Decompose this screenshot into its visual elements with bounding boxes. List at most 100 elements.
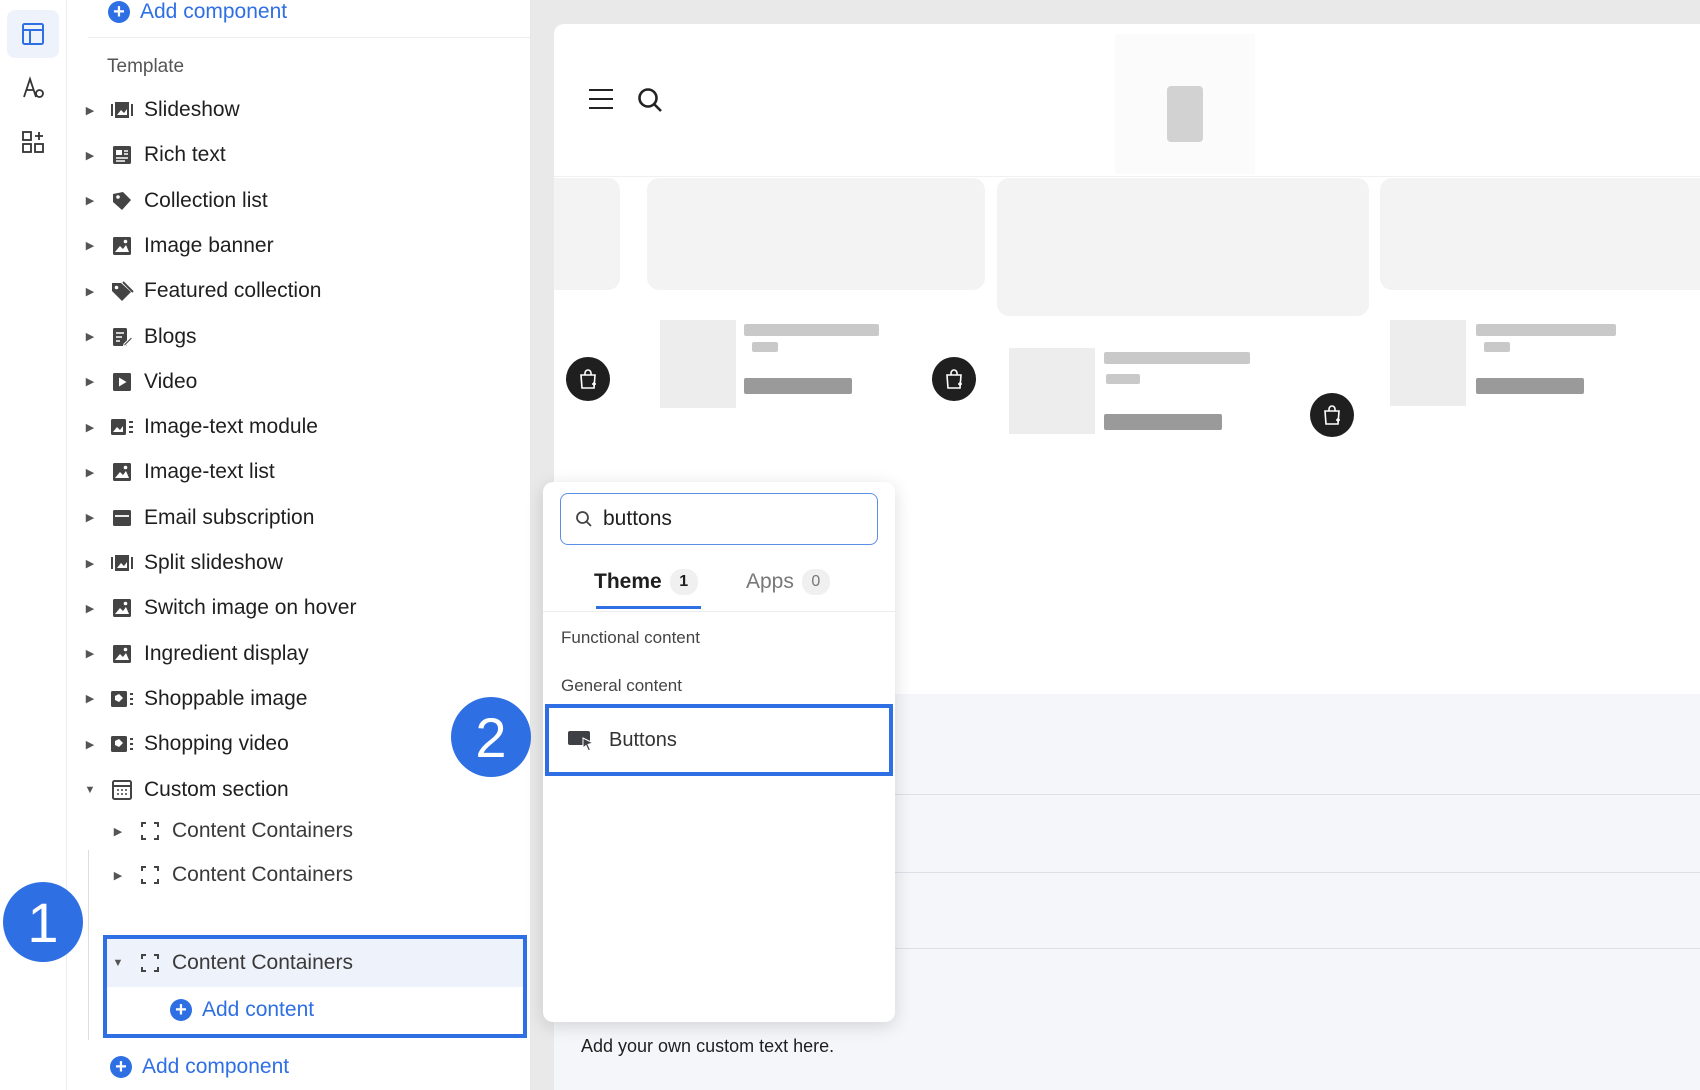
section-item[interactable]: ▶ Image-text module	[84, 407, 524, 447]
caret-right-icon[interactable]: ▶	[84, 330, 96, 343]
step-badge-2: 2	[451, 697, 531, 777]
caret-right-icon[interactable]: ▶	[84, 285, 96, 298]
search-icon[interactable]	[636, 86, 664, 119]
caret-right-icon[interactable]: ▶	[84, 602, 96, 615]
section-item[interactable]: ▶ Ingredient display	[84, 634, 524, 674]
buttons-result-item[interactable]: Buttons	[545, 704, 893, 776]
blurred-text	[1484, 342, 1510, 352]
custom-section-icon	[110, 778, 134, 802]
caret-right-icon[interactable]: ▶	[84, 466, 96, 479]
tab-apps[interactable]: Apps 0	[746, 562, 830, 602]
section-item[interactable]: ▶ Image-text list	[84, 452, 524, 492]
section-item[interactable]: ▶ Rich text	[84, 135, 524, 175]
caret-right-icon[interactable]: ▶	[84, 421, 96, 434]
buttons-icon	[568, 731, 595, 752]
add-component-label: Add component	[140, 0, 288, 23]
shoppable-icon	[110, 687, 134, 711]
slideshow-icon	[110, 551, 134, 575]
image-icon	[110, 642, 134, 666]
image-placeholder	[554, 178, 620, 290]
caret-right-icon[interactable]: ▶	[112, 869, 124, 882]
caret-right-icon[interactable]: ▶	[84, 375, 96, 388]
blurred-text	[744, 324, 879, 336]
active-tab-indicator	[596, 606, 701, 609]
search-icon	[576, 511, 592, 527]
caret-right-icon[interactable]: ▶	[84, 104, 96, 117]
section-item[interactable]: ▶ Collection list	[84, 181, 524, 221]
caret-right-icon[interactable]: ▶	[112, 825, 124, 838]
image-icon	[110, 234, 134, 258]
caret-right-icon[interactable]: ▶	[84, 239, 96, 252]
group-functional-content[interactable]: Functional content	[561, 628, 700, 648]
blog-icon	[110, 325, 134, 349]
tag-icon	[110, 279, 134, 303]
video-icon	[110, 370, 134, 394]
product-thumbnail	[1390, 320, 1466, 406]
blurred-text	[1106, 374, 1140, 384]
tree-child-content-containers[interactable]: ▶ Content Containers	[112, 855, 522, 895]
section-item[interactable]: ▶ Image banner	[84, 226, 524, 266]
template-heading: Template	[107, 56, 185, 77]
menu-icon[interactable]	[588, 88, 614, 115]
add-to-cart-button[interactable]	[932, 357, 976, 401]
section-item[interactable]: ▶ Switch image on hover	[84, 588, 524, 628]
product-thumbnail	[1009, 348, 1095, 434]
email-icon	[110, 506, 134, 530]
theme-style-icon[interactable]	[7, 64, 59, 112]
plus-circle-icon: +	[110, 1056, 132, 1078]
image-text-icon	[110, 415, 134, 439]
callout-highlight-1	[103, 935, 527, 1038]
tab-theme[interactable]: Theme 1	[594, 562, 698, 602]
blurred-price	[744, 378, 852, 394]
blurred-text	[1476, 324, 1616, 336]
caret-down-icon[interactable]: ▼	[84, 784, 96, 796]
section-item[interactable]: ▶ Video	[84, 362, 524, 402]
container-icon	[138, 863, 162, 887]
blurred-price	[1476, 378, 1584, 394]
caret-right-icon[interactable]: ▶	[84, 647, 96, 660]
add-component-button-bottom[interactable]: + Add component	[110, 1055, 289, 1079]
image-icon	[110, 460, 134, 484]
section-item[interactable]: ▶ Email subscription	[84, 498, 524, 538]
layout-icon[interactable]	[7, 10, 59, 58]
logo-placeholder	[1115, 34, 1255, 174]
custom-text: Add your own custom text here.	[581, 1036, 835, 1056]
add-component-button-top[interactable]: + Add component	[108, 0, 287, 24]
shoppable-icon	[110, 732, 134, 756]
caret-right-icon[interactable]: ▶	[84, 557, 96, 570]
caret-right-icon[interactable]: ▶	[84, 692, 96, 705]
divider	[88, 37, 530, 38]
section-item[interactable]: ▶ Split slideshow	[84, 543, 524, 583]
section-item[interactable]: ▼ Custom section	[84, 770, 524, 810]
caret-right-icon[interactable]: ▶	[84, 738, 96, 751]
image-placeholder	[997, 178, 1369, 316]
search-input[interactable]	[601, 506, 865, 532]
blurred-text	[752, 342, 778, 352]
collection-list-icon	[110, 189, 134, 213]
tree-guide-line	[88, 850, 89, 1040]
tree-child-content-containers[interactable]: ▶ Content Containers	[112, 811, 522, 851]
blurred-price	[1104, 414, 1222, 430]
section-item[interactable]: ▶ Featured collection	[84, 271, 524, 311]
container-icon	[138, 819, 162, 843]
image-placeholder	[1380, 178, 1700, 290]
apps-icon[interactable]	[7, 118, 59, 166]
add-content-button[interactable]: + Add content	[170, 998, 314, 1022]
image-icon	[110, 596, 134, 620]
rich-text-icon	[110, 143, 134, 167]
section-item[interactable]: ▶ Slideshow	[84, 90, 524, 130]
plus-circle-icon: +	[108, 1, 130, 23]
group-general-content[interactable]: General content	[561, 676, 682, 696]
slideshow-icon	[110, 98, 134, 122]
plus-circle-icon: +	[170, 999, 192, 1021]
add-to-cart-button[interactable]	[1310, 393, 1354, 437]
step-badge-1: 1	[3, 882, 83, 962]
caret-right-icon[interactable]: ▶	[84, 511, 96, 524]
search-field[interactable]	[560, 493, 878, 545]
caret-right-icon[interactable]: ▶	[84, 149, 96, 162]
add-to-cart-button[interactable]	[566, 357, 610, 401]
caret-right-icon[interactable]: ▶	[84, 194, 96, 207]
count-badge: 1	[669, 569, 698, 595]
section-item[interactable]: ▶ Blogs	[84, 317, 524, 357]
product-thumbnail	[660, 320, 736, 408]
